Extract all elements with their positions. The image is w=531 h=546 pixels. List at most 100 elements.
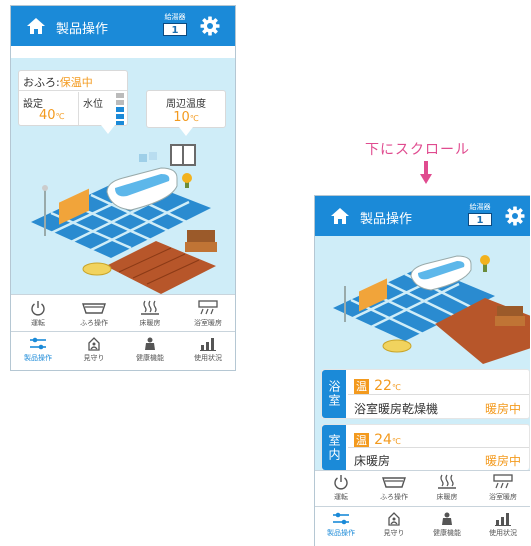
tab-label: 浴室暖房 (489, 493, 517, 501)
app-header: 製品操作 給湯器 1 (11, 6, 235, 46)
tab-label: 運転 (334, 493, 348, 501)
floor-heating-icon (438, 474, 456, 489)
bathtub-icon (82, 303, 106, 314)
bath-status-prefix: おふろ: (23, 76, 60, 89)
page-title: 製品操作 (360, 212, 413, 227)
setting-temperature: 40℃ (39, 108, 65, 123)
toolbar-divider (11, 331, 235, 332)
water-heater-label: 給湯器 (164, 13, 186, 21)
tab-label: 床暖房 (139, 319, 161, 327)
tab-product-operation[interactable]: 製品操作 (319, 512, 363, 538)
tab-bath-operation[interactable]: ふろ操作 (71, 300, 117, 328)
gear-icon[interactable] (200, 16, 220, 36)
bathroom-scene: 浴室 温 22℃ 浴室暖房乾燥機 暖房中 室内 温 24℃ 床暖房 暖房中 (315, 236, 530, 470)
tab-health[interactable]: 健康機能 (425, 512, 469, 538)
tab-watch[interactable]: 見守り (372, 512, 416, 538)
bath-status-line: おふろ:保温中 (23, 74, 93, 90)
tab-power[interactable]: 運転 (15, 300, 61, 328)
bar-chart-icon (200, 338, 216, 351)
room-device-status: 暖房中 (484, 454, 521, 468)
tab-product-operation[interactable]: 製品操作 (15, 337, 61, 363)
gear-icon[interactable] (505, 206, 525, 226)
tab-bathroom-heater[interactable]: 浴室暖房 (183, 300, 233, 328)
tab-label: ふろ操作 (380, 493, 408, 501)
tab-label: 製品操作 (24, 354, 52, 362)
bathroom-heater-icon (493, 474, 513, 489)
water-heater-number: 1 (468, 213, 492, 226)
tab-label: 使用状況 (489, 529, 517, 537)
app-header: 製品操作 給湯器 1 (315, 196, 530, 236)
ambient-value: 10 (173, 110, 190, 125)
ambient-unit: ℃ (189, 114, 199, 123)
bath-status-state: 保温中 (59, 76, 93, 89)
water-heater-selector[interactable]: 給湯器 1 (467, 202, 493, 230)
watch-icon (88, 337, 100, 351)
bubble-pointer (101, 125, 115, 134)
card-divider (348, 394, 529, 395)
power-icon (334, 475, 348, 490)
arrow-down-icon (420, 161, 432, 184)
phone-screen-scrolled: 製品操作 給湯器 1 浴室 温 22℃ 浴室暖房乾燥機 暖房中 室内 温 24℃… (314, 195, 530, 546)
tab-label: 床暖房 (436, 493, 458, 501)
water-heater-selector[interactable]: 給湯器 1 (162, 12, 188, 40)
bathroom-heater-icon (198, 300, 218, 315)
tab-usage[interactable]: 使用状況 (183, 337, 233, 363)
water-level-gauge (116, 93, 124, 125)
tab-label: 見守り (383, 529, 405, 537)
bathroom-device-status: 暖房中 (484, 402, 521, 416)
setting-value: 40 (39, 108, 56, 123)
bathroom-status-card[interactable]: 浴室 温 22℃ 浴室暖房乾燥機 暖房中 (321, 369, 530, 419)
tab-bathroom-heater[interactable]: 浴室暖房 (478, 474, 528, 502)
floor-heating-icon (141, 300, 159, 315)
card-divider (348, 447, 529, 448)
ambient-bubble-pointer (179, 127, 193, 136)
toolbar-divider (11, 294, 235, 295)
water-heater-label: 給湯器 (469, 203, 491, 211)
bathroom-side-label: 浴室 (322, 370, 346, 418)
bubble-divider (19, 90, 127, 91)
phone-screen-top: 製品操作 給湯器 1 おふろ:保温中 設定 40℃ 水位 周辺温度 10℃ 運転… (10, 5, 236, 371)
sliders-icon (333, 512, 349, 525)
temperature-badge: 温 (354, 433, 369, 448)
bath-status-bubble[interactable]: おふろ:保温中 設定 40℃ 水位 (18, 70, 128, 126)
tab-usage[interactable]: 使用状況 (478, 512, 528, 538)
scroll-hint: 下にスクロール (365, 142, 470, 158)
tab-power[interactable]: 運転 (319, 474, 363, 502)
room-temp-unit: ℃ (391, 437, 401, 446)
room-status-card[interactable]: 室内 温 24℃ 床暖房 暖房中 (321, 424, 530, 470)
tab-label: 浴室暖房 (194, 319, 222, 327)
bottom-toolbar: 運転 ふろ操作 床暖房 浴室暖房 製品操作 見守り 健康機能 使用状況 (11, 294, 235, 370)
tab-label: ふろ操作 (80, 319, 108, 327)
bathroom-illustration (333, 255, 530, 364)
sliders-icon (30, 337, 46, 350)
bathroom-temperature: 温 22℃ (354, 375, 401, 394)
bathroom-device-name: 浴室暖房乾燥機 (354, 402, 439, 416)
tab-watch[interactable]: 見守り (71, 337, 117, 363)
tab-health[interactable]: 健康機能 (127, 337, 173, 363)
tab-label: 使用状況 (194, 354, 222, 362)
bubble-divider-vertical (78, 92, 79, 125)
tab-label: 運転 (31, 319, 45, 327)
power-icon (31, 301, 45, 316)
toolbar-divider (315, 506, 530, 507)
tab-floor-heating[interactable]: 床暖房 (425, 474, 469, 502)
ambient-temperature-bubble: 周辺温度 10℃ (146, 90, 226, 128)
health-icon (442, 512, 452, 525)
tab-bath-operation[interactable]: ふろ操作 (372, 474, 416, 502)
page-title: 製品操作 (56, 22, 109, 37)
bathroom-temp-value: 22 (374, 378, 392, 394)
toolbar-divider (315, 470, 530, 471)
home-icon[interactable] (26, 17, 46, 35)
room-device-name: 床暖房 (354, 454, 391, 468)
tab-label: 見守り (83, 354, 105, 362)
home-icon[interactable] (330, 207, 350, 225)
bathroom-temp-unit: ℃ (391, 383, 401, 392)
health-icon (145, 337, 155, 350)
room-temperature: 温 24℃ (354, 429, 401, 448)
ambient-label: 周辺温度 (166, 99, 206, 110)
tab-floor-heating[interactable]: 床暖房 (127, 300, 173, 328)
watch-icon (388, 512, 400, 526)
room-side-label: 室内 (322, 425, 346, 470)
setting-unit: ℃ (55, 112, 65, 121)
water-level-label: 水位 (83, 99, 103, 110)
